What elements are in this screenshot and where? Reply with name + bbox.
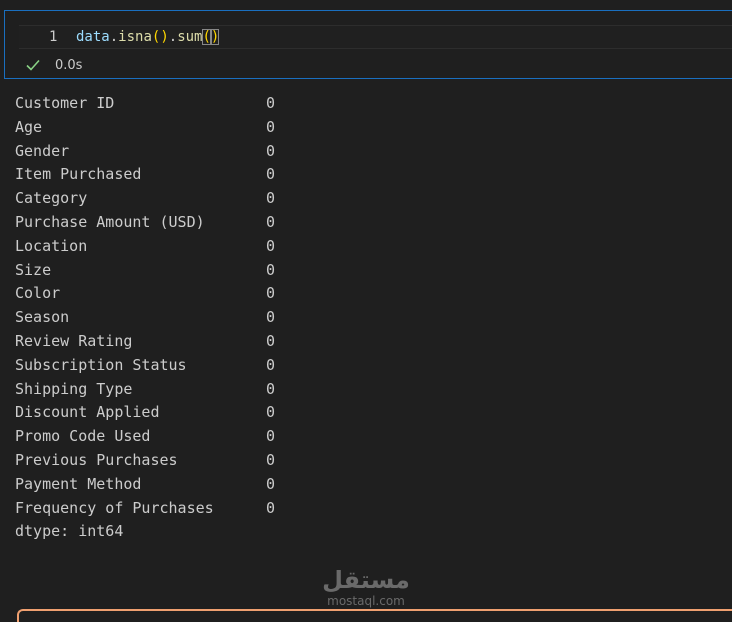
code-token-function: isna <box>118 29 152 45</box>
output-row: Review Rating 0 <box>15 330 286 354</box>
output-null-count: 0 <box>266 403 276 422</box>
output-null-count: 0 <box>266 284 276 303</box>
output-null-count: 0 <box>266 474 276 493</box>
output-column-name: Season <box>15 308 70 327</box>
output-row: Promo Code Used 0 <box>15 425 286 449</box>
output-dtype: dtype: int64 <box>15 522 124 541</box>
output-column-name: Promo Code Used <box>15 427 151 446</box>
output-column-name: Category <box>15 189 88 208</box>
watermark-url: mostaql.com <box>327 594 405 608</box>
output-column-name: Color <box>15 284 61 303</box>
output-null-count: 0 <box>266 94 276 112</box>
output-row: Season 0 <box>15 306 286 330</box>
code-token-paren-matched: ) <box>210 29 220 45</box>
output-row: Gender 0 <box>15 140 286 164</box>
output-column-name: Frequency of Purchases <box>15 498 214 517</box>
code-token-dot: . <box>168 29 178 45</box>
output-row: Color 0 <box>15 282 286 306</box>
output-null-count: 0 <box>266 165 276 184</box>
next-code-cell[interactable] <box>17 609 732 622</box>
output-null-count: 0 <box>266 260 276 279</box>
output-row: Subscription Status 0 <box>15 354 286 378</box>
line-number: 1 <box>49 29 58 45</box>
output-null-count: 0 <box>266 212 276 231</box>
output-row: Age 0 <box>15 116 286 140</box>
output-column-name: Shipping Type <box>15 379 133 398</box>
code-token-dot: . <box>109 29 119 45</box>
output-null-count: 0 <box>266 379 276 398</box>
output-row: Customer ID 0 <box>15 92 286 116</box>
output-rows: Customer ID 0 Age 0 Gender 0 Item Purchased 0 Ca… <box>15 92 286 520</box>
output-column-name: Payment Method <box>15 474 142 493</box>
cell-output: Customer ID 0 Age 0 Gender 0 Item Purchased 0 Ca… <box>15 92 286 544</box>
code-cell[interactable]: 1 data.isna().sum() 0.0s <box>4 10 732 79</box>
code-token-paren: ) <box>160 29 169 45</box>
output-column-name: Size <box>15 260 52 279</box>
output-row: Shipping Type 0 <box>15 378 286 402</box>
output-row: Frequency of Purchases 0 <box>15 497 286 521</box>
code-token-function: sum <box>177 29 203 45</box>
output-column-name: Previous Purchases <box>15 450 178 469</box>
output-null-count: 0 <box>266 355 276 374</box>
output-column-name: Item Purchased <box>15 165 142 184</box>
watermark: مستقل mostaql.com <box>316 566 416 608</box>
output-null-count: 0 <box>266 450 276 469</box>
code-line[interactable]: data.isna().sum() <box>76 27 220 47</box>
code-token-paren-matched: ( <box>202 29 211 45</box>
output-null-count: 0 <box>266 308 276 327</box>
output-null-count: 0 <box>266 427 276 446</box>
output-null-count: 0 <box>266 498 276 517</box>
output-row: Previous Purchases 0 <box>15 449 286 473</box>
output-column-name: Purchase Amount (USD) <box>15 212 205 231</box>
output-column-name: Age <box>15 117 43 136</box>
output-null-count: 0 <box>266 189 276 208</box>
output-row: Item Purchased 0 <box>15 163 286 187</box>
output-column-name: Gender <box>15 141 70 160</box>
output-null-count: 0 <box>266 236 276 255</box>
output-null-count: 0 <box>266 141 276 160</box>
cell-status: 0.0s <box>25 55 82 75</box>
output-column-name: Customer ID <box>15 94 115 112</box>
output-column-name: Discount Applied <box>15 403 160 422</box>
output-null-count: 0 <box>266 331 276 350</box>
output-column-name: Subscription Status <box>15 355 187 374</box>
output-row: Discount Applied 0 <box>15 401 286 425</box>
output-column-name: Location <box>15 236 88 255</box>
output-row: Location 0 <box>15 235 286 259</box>
output-row: Purchase Amount (USD) 0 <box>15 211 286 235</box>
code-editor[interactable]: 1 data.isna().sum() <box>19 25 732 49</box>
output-null-count: 0 <box>266 117 276 136</box>
output-column-name: Review Rating <box>15 331 133 350</box>
execution-time: 0.0s <box>55 57 83 73</box>
output-row: Size 0 <box>15 259 286 283</box>
check-icon <box>26 59 40 71</box>
output-row: Category 0 <box>15 187 286 211</box>
output-row: Payment Method 0 <box>15 473 286 497</box>
watermark-logo: مستقل <box>322 566 410 594</box>
code-token-variable: data <box>76 29 110 45</box>
